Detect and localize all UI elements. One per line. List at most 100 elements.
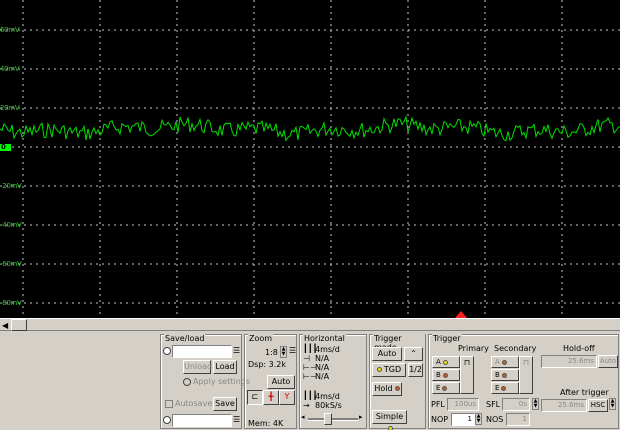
edge-icon: ⌃ xyxy=(410,349,417,358)
pfl-label: PFL xyxy=(431,400,445,409)
unload-button[interactable]: Unload xyxy=(183,360,212,374)
load-radio[interactable] xyxy=(163,347,171,355)
holdoff-field[interactable]: 25.6ms xyxy=(541,355,597,368)
nos-label: NOS xyxy=(486,415,504,424)
secondary-e-label: E xyxy=(495,384,500,392)
horizontal-na-1: N/A xyxy=(315,354,330,363)
holdoff-auto-button[interactable]: Auto xyxy=(598,355,618,368)
y-label-20mv: 20mV xyxy=(0,104,20,112)
primary-slope-button[interactable]: ⊓ xyxy=(460,356,474,394)
trigger-position-marker[interactable] xyxy=(455,311,467,318)
primary-a-button[interactable]: A xyxy=(432,356,460,368)
primary-e-button[interactable]: E xyxy=(432,382,460,394)
sfl-label: SFL xyxy=(486,400,501,409)
sample-rate-value: 80kS/s xyxy=(315,401,342,410)
scope-canvas xyxy=(0,0,620,318)
save-radio[interactable] xyxy=(163,416,171,424)
zoom-value: 1:8 xyxy=(265,348,278,357)
browse-load-icon[interactable]: ☰ xyxy=(233,346,240,355)
trigger-title: Trigger xyxy=(432,334,462,343)
zoom-auto-button[interactable]: Auto xyxy=(267,375,295,389)
zoom-spinner[interactable]: ▲ ▼ xyxy=(280,346,287,358)
secondary-slope-button[interactable]: ⊓ xyxy=(519,356,533,394)
hold-button[interactable]: Hold xyxy=(372,382,402,396)
horizontal-title: Horizontal xyxy=(303,334,346,343)
pfl-field[interactable]: 100us xyxy=(447,398,479,411)
y-label-neg80mv: -80mV xyxy=(0,299,22,307)
tgd-label: TGD xyxy=(383,365,402,374)
secondary-e-button[interactable]: E xyxy=(491,382,519,394)
trigger-group: Trigger Primary Secondary Hold-off A B E… xyxy=(428,334,619,429)
tgd-button[interactable]: TGD xyxy=(372,363,406,377)
time-div-value: 4ms/d xyxy=(315,345,340,354)
zoom-mode-2-button[interactable]: ╋ xyxy=(263,390,279,405)
y-label-neg60mv: -60mV xyxy=(0,260,22,268)
oscilloscope-display[interactable]: 60mV 40mV 20mV 0 -20mV -40mV -60mV -80mV xyxy=(0,0,620,318)
autosave-checkbox[interactable] xyxy=(165,400,173,408)
load-path-field[interactable] xyxy=(172,345,232,358)
horizontal-slider-thumb[interactable] xyxy=(324,413,332,425)
secondary-a-label: A xyxy=(495,358,500,366)
primary-a-led-icon xyxy=(442,359,448,365)
secondary-b-led-icon xyxy=(501,372,507,378)
nop-spinner[interactable]: ▲ ▼ xyxy=(475,413,482,425)
dsp-label: Dsp: 3.2k xyxy=(248,360,286,369)
zoom-list-icon[interactable]: ☰ xyxy=(289,346,296,355)
zoom-mode-3-button[interactable]: Y xyxy=(279,390,295,405)
primary-b-label: B xyxy=(436,371,441,379)
hold-label: Hold xyxy=(374,384,393,393)
after-trigger-field[interactable]: 25.6ms xyxy=(541,399,587,412)
trigger-auto-button[interactable]: Auto xyxy=(372,347,402,361)
rising-edge-icon: ⊓ xyxy=(463,358,471,367)
browse-save-icon[interactable]: ☰ xyxy=(233,415,240,424)
save-button[interactable]: Save xyxy=(213,397,237,411)
primary-b-led-icon xyxy=(442,372,448,378)
save-path-field[interactable] xyxy=(172,414,232,427)
fork-mode-icon: Y xyxy=(284,392,290,401)
saveload-group: Save/load ☰ Unload Load Apply settings A… xyxy=(160,334,250,429)
secondary-edge-icon: ⊓ xyxy=(522,358,530,367)
hsc-spinner[interactable]: ▲ ▼ xyxy=(609,398,616,410)
apply-settings-radio[interactable] xyxy=(183,378,191,386)
nop-label: NOP xyxy=(431,415,449,424)
primary-b-button[interactable]: B xyxy=(432,369,460,381)
y-label-neg20mv: -20mV xyxy=(0,182,22,190)
secondary-label: Secondary xyxy=(494,344,537,353)
simple-label: Simple xyxy=(375,412,404,421)
slider-left-icon[interactable]: ◂ xyxy=(301,413,305,421)
horizontal-scrollbar[interactable]: ◀ xyxy=(0,318,620,331)
y-label-60mv: 60mV xyxy=(0,26,20,34)
zoom-mode-1-button[interactable]: ⊏ xyxy=(247,390,263,405)
nop-field[interactable]: 1 xyxy=(451,413,475,426)
tgd-led-icon xyxy=(376,367,382,372)
marker-mode-icon: ╋ xyxy=(268,392,274,401)
sfl-field[interactable]: 0s xyxy=(502,398,530,411)
scroll-left-icon[interactable]: ◀ xyxy=(2,321,8,330)
hsc-button[interactable]: HSC xyxy=(588,399,608,412)
simple-led-icon xyxy=(388,426,393,430)
secondary-a-button[interactable]: A xyxy=(491,356,519,368)
primary-label: Primary xyxy=(458,344,489,353)
secondary-e-led-icon xyxy=(501,385,507,391)
y-label-zero: 0 xyxy=(1,143,6,151)
scroll-thumb[interactable] xyxy=(11,319,27,331)
slider-right-icon[interactable]: ▸ xyxy=(359,413,363,421)
half-button[interactable]: 1/2 xyxy=(408,363,423,377)
secondary-b-button[interactable]: B xyxy=(491,369,519,381)
after-trigger-label: After trigger xyxy=(560,388,609,397)
horizontal-na-3: N/A xyxy=(315,372,330,381)
primary-e-label: E xyxy=(436,384,441,392)
zoom-title: Zoom xyxy=(248,334,274,343)
sample-rate-icon: → xyxy=(303,401,310,410)
y-label-neg40mv: -40mV xyxy=(0,221,22,229)
trigger-edge-button[interactable]: ⌃ xyxy=(404,347,423,361)
simple-button[interactable]: Simple xyxy=(372,410,407,430)
cursor-left-icon: ⊣ xyxy=(303,354,310,363)
cursor-mode-icon: ⊏ xyxy=(251,392,259,401)
after-trigger-spinner[interactable]: ▲ ▼ xyxy=(532,398,539,410)
load-button[interactable]: Load xyxy=(213,360,237,374)
nos-field[interactable]: 1 xyxy=(506,413,530,426)
signal-trace xyxy=(0,115,620,142)
horizontal-slider-track[interactable] xyxy=(308,418,358,421)
mem-label: Mem: 4K xyxy=(248,419,284,428)
